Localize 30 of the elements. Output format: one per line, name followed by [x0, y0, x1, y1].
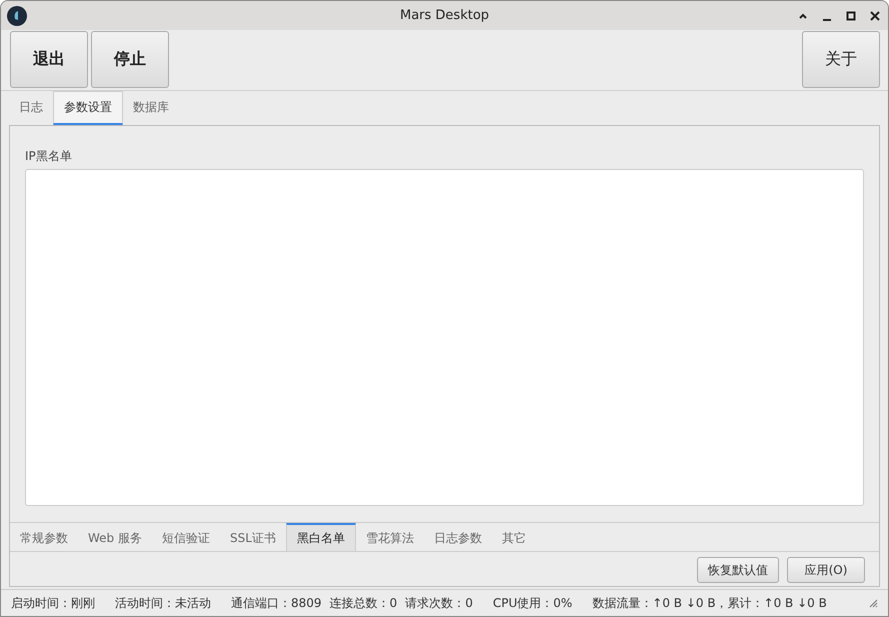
maximize-icon[interactable] [846, 10, 856, 20]
window-title: Mars Desktop [400, 8, 490, 23]
tab[interactable]: 参数设置 [53, 91, 123, 125]
close-icon[interactable] [870, 10, 880, 20]
toolbar-button[interactable]: 退出 [10, 31, 88, 88]
action-button[interactable]: 应用(O) [787, 557, 865, 583]
tab[interactable]: 短信验证 [152, 523, 220, 551]
status-text: CPU使用：0% [492, 594, 572, 612]
status-text: 数据流量：↑0 B ↓0 B，累计：↑0 B ↓0 B [592, 594, 827, 612]
tab[interactable]: SSL证书 [220, 523, 286, 551]
toolbar-button[interactable]: 停止 [91, 31, 169, 88]
tab[interactable]: 黑白名单 [286, 523, 356, 551]
tab[interactable]: 其它 [492, 523, 536, 551]
app-logo-icon [7, 6, 27, 26]
tab[interactable]: Web 服务 [78, 523, 152, 551]
status-text: 连接总数：0 [330, 594, 398, 612]
blacklist-field[interactable] [25, 169, 864, 506]
resize-grip-icon[interactable] [868, 598, 878, 608]
about-button[interactable]: 关于 [802, 31, 880, 88]
action-button[interactable]: 恢复默认值 [697, 557, 779, 583]
status-text: 请求次数：0 [405, 594, 473, 612]
tab[interactable]: 数据库 [123, 91, 179, 125]
status-text: 活动时间：未活动 [115, 594, 211, 612]
tab[interactable]: 日志 [9, 91, 53, 125]
tab[interactable]: 日志参数 [424, 523, 492, 551]
tab[interactable]: 雪花算法 [356, 523, 424, 551]
blacklist-label: IP黑名单 [25, 148, 73, 165]
status-text: 通信端口：8809 [231, 594, 322, 612]
status-text: 启动时间：刚刚 [11, 594, 95, 612]
tab[interactable]: 常规参数 [10, 523, 78, 551]
